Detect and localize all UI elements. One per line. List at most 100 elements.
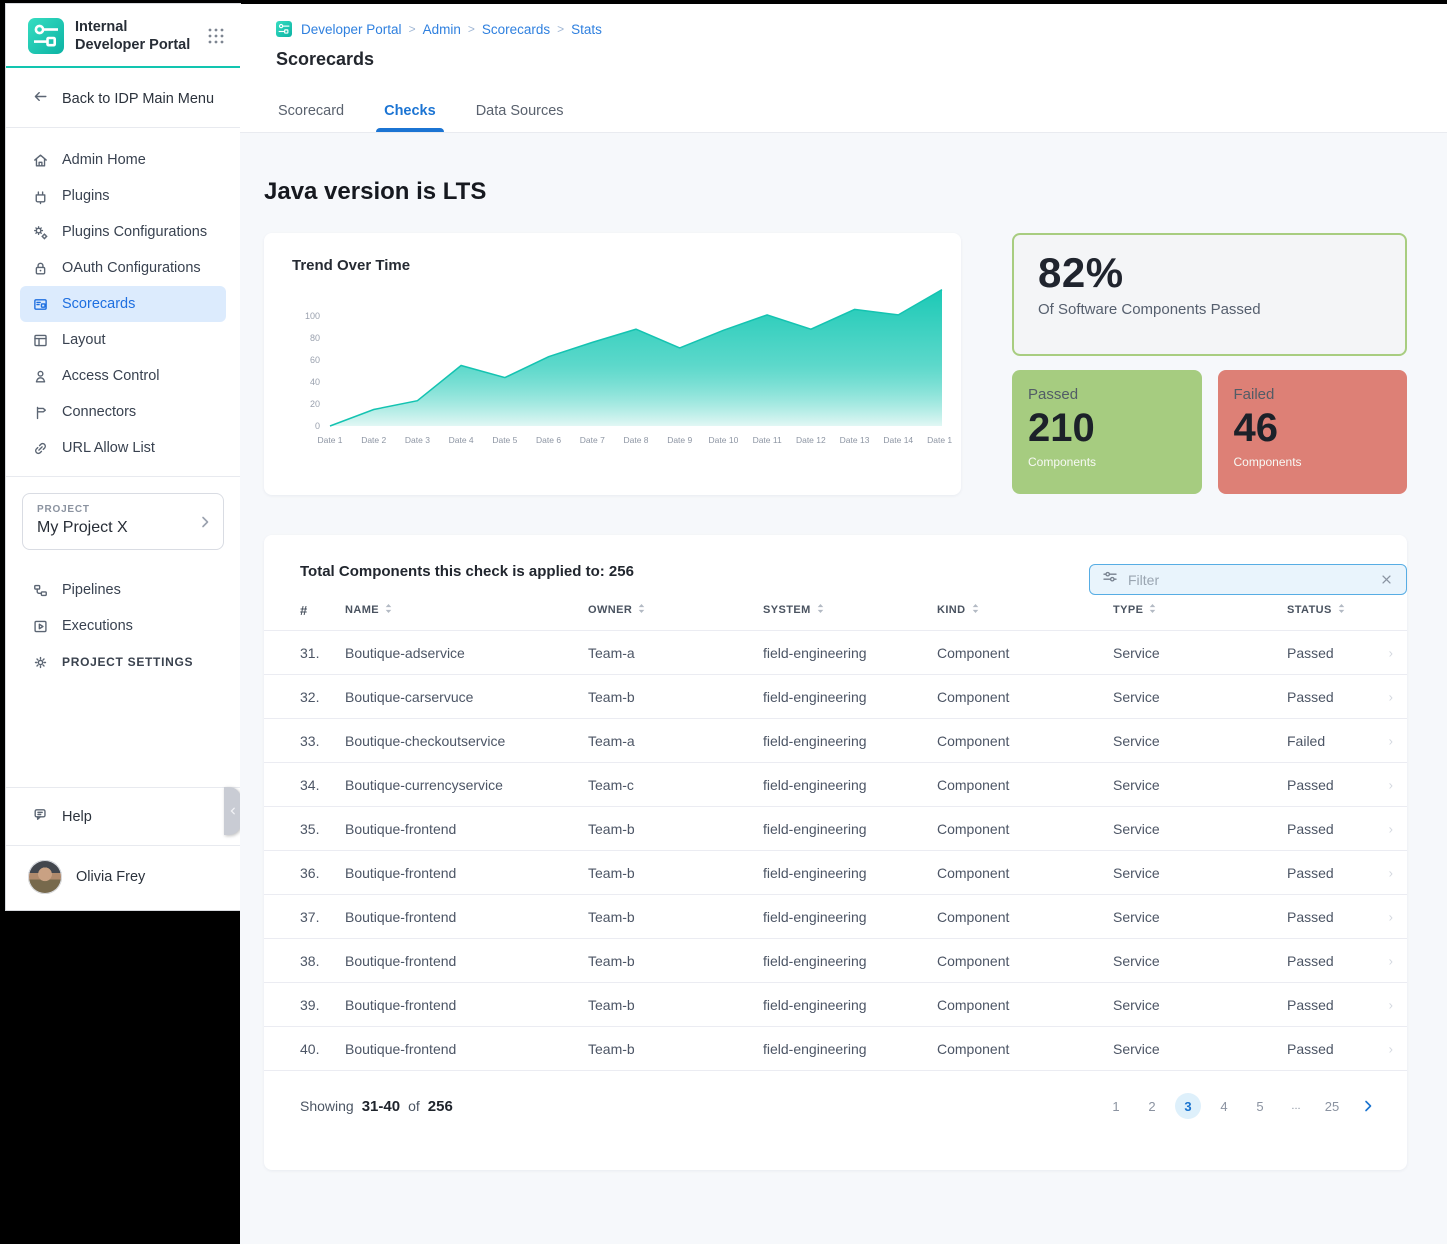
summary-row: Trend Over Time 020406080100Date 1Date 2… <box>264 233 1407 495</box>
svg-text:Date 14: Date 14 <box>883 435 913 445</box>
app-title-line2: Developer Portal <box>75 36 206 54</box>
sidebar-item-admin-home[interactable]: Admin Home <box>20 142 226 178</box>
cell-owner: Team-b <box>588 689 763 705</box>
row-chevron-icon: › <box>1389 953 1393 968</box>
table-row[interactable]: 35.Boutique-frontendTeam-bfield-engineer… <box>264 806 1407 850</box>
column-header-status[interactable]: STATUS <box>1287 602 1387 618</box>
sidebar-collapse-handle[interactable] <box>224 787 241 835</box>
cell-num: 37. <box>300 909 345 925</box>
table-row[interactable]: 32.Boutique-carservuceTeam-bfield-engine… <box>264 674 1407 718</box>
user-row[interactable]: Olivia Frey <box>6 846 240 910</box>
column-header-label: TYPE <box>1113 604 1143 616</box>
apps-grid-icon[interactable] <box>206 26 226 46</box>
cell-num: 33. <box>300 733 345 749</box>
avatar <box>28 860 62 894</box>
table-row[interactable]: 34.Boutique-currencyserviceTeam-cfield-e… <box>264 762 1407 806</box>
tab-data-sources[interactable]: Data Sources <box>474 93 566 132</box>
sidebar-item-layout[interactable]: Layout <box>20 322 226 358</box>
tab-checks[interactable]: Checks <box>382 93 438 132</box>
sidebar-nav: Admin HomePluginsPlugins ConfigurationsO… <box>6 128 240 476</box>
sidebar-item-project-settings[interactable]: PROJECT SETTINGS <box>20 644 226 680</box>
svg-text:40: 40 <box>310 377 320 387</box>
cell-system: field-engineering <box>763 865 937 881</box>
pagination: 12345... 25 <box>1103 1093 1381 1119</box>
column-header-label: NAME <box>345 604 379 616</box>
breadcrumb-link[interactable]: Developer Portal <box>301 22 402 37</box>
cell-status: Passed <box>1287 1041 1387 1057</box>
table-row[interactable]: 38.Boutique-frontendTeam-bfield-engineer… <box>264 938 1407 982</box>
pagination-next-icon[interactable] <box>1355 1093 1381 1119</box>
sort-icon[interactable] <box>1337 602 1346 618</box>
help-label: Help <box>62 809 92 825</box>
pagination-page[interactable]: 3 <box>1175 1093 1201 1119</box>
gear-icon <box>32 654 49 671</box>
svg-text:Date 1: Date 1 <box>317 435 342 445</box>
breadcrumb: Developer Portal>Admin>Scorecards>Stats <box>240 4 1447 37</box>
pagination-ellipsis: ... <box>1283 1093 1309 1119</box>
cell-owner: Team-a <box>588 733 763 749</box>
column-header-owner[interactable]: OWNER <box>588 602 763 618</box>
help-item[interactable]: Help <box>6 788 240 845</box>
table-row[interactable]: 39.Boutique-frontendTeam-bfield-engineer… <box>264 982 1407 1026</box>
table-row[interactable]: 33.Boutique-checkoutserviceTeam-afield-e… <box>264 718 1407 762</box>
sidebar-item-access-control[interactable]: Access Control <box>20 358 226 394</box>
back-to-main-menu[interactable]: Back to IDP Main Menu <box>6 68 240 127</box>
sidebar-item-executions[interactable]: Executions <box>20 608 226 644</box>
sidebar-item-oauth-configurations[interactable]: OAuth Configurations <box>20 250 226 286</box>
cell-owner: Team-b <box>588 821 763 837</box>
sidebar-item-connectors[interactable]: Connectors <box>20 394 226 430</box>
percent-passed-caption: Of Software Components Passed <box>1038 301 1381 318</box>
filter-input[interactable] <box>1128 572 1370 588</box>
cell-system: field-engineering <box>763 645 937 661</box>
column-header-kind[interactable]: KIND <box>937 602 1113 618</box>
table-row[interactable]: 36.Boutique-frontendTeam-bfield-engineer… <box>264 850 1407 894</box>
failed-value: 46 <box>1234 407 1392 449</box>
breadcrumb-link[interactable]: Admin <box>423 22 461 37</box>
table-row[interactable]: 37.Boutique-frontendTeam-bfield-engineer… <box>264 894 1407 938</box>
sort-icon[interactable] <box>971 602 980 618</box>
pagination-page[interactable]: 4 <box>1211 1093 1237 1119</box>
passed-value: 210 <box>1028 407 1186 449</box>
sort-icon[interactable] <box>637 602 646 618</box>
sidebar-item-plugins-configurations[interactable]: Plugins Configurations <box>20 214 226 250</box>
breadcrumb-link[interactable]: Scorecards <box>482 22 550 37</box>
sidebar-item-scorecards[interactable]: Scorecards <box>20 286 226 322</box>
pagination-page[interactable]: 2 <box>1139 1093 1165 1119</box>
clear-filter-icon[interactable] <box>1379 572 1394 587</box>
row-chevron-icon: › <box>1389 645 1393 660</box>
cell-type: Service <box>1113 865 1287 881</box>
sort-icon[interactable] <box>1148 602 1157 618</box>
showing-total: 256 <box>428 1098 453 1115</box>
tab-bar: Scorecard Checks Data Sources <box>276 93 566 132</box>
tab-scorecard[interactable]: Scorecard <box>276 93 346 132</box>
breadcrumb-link[interactable]: Stats <box>571 22 602 37</box>
sort-icon[interactable] <box>816 602 825 618</box>
pagination-page[interactable]: 25 <box>1319 1093 1345 1119</box>
filter-box[interactable] <box>1089 564 1407 595</box>
cell-owner: Team-c <box>588 777 763 793</box>
sort-icon[interactable] <box>384 602 393 618</box>
column-header-system[interactable]: SYSTEM <box>763 602 937 618</box>
cell-name: Boutique-currencyservice <box>345 777 588 793</box>
pagination-page[interactable]: 1 <box>1103 1093 1129 1119</box>
main-area: Developer Portal>Admin>Scorecards>Stats … <box>240 4 1447 1244</box>
column-header-num[interactable]: # <box>300 603 345 618</box>
app-title-line1: Internal <box>75 18 206 36</box>
column-header-name[interactable]: NAME <box>345 602 588 618</box>
pagination-page[interactable]: 5 <box>1247 1093 1273 1119</box>
svg-text:Date 9: Date 9 <box>667 435 692 445</box>
cell-kind: Component <box>937 733 1113 749</box>
sidebar-item-url-allow-list[interactable]: URL Allow List <box>20 430 226 466</box>
project-selector[interactable]: PROJECT My Project X <box>22 493 224 550</box>
table-row[interactable]: 40.Boutique-frontendTeam-bfield-engineer… <box>264 1026 1407 1070</box>
project-label: PROJECT <box>37 504 211 515</box>
sidebar-item-plugins[interactable]: Plugins <box>20 178 226 214</box>
cell-owner: Team-b <box>588 953 763 969</box>
table-row[interactable]: 31.Boutique-adserviceTeam-afield-enginee… <box>264 630 1407 674</box>
cell-type: Service <box>1113 953 1287 969</box>
logo-row: Internal Developer Portal <box>6 4 240 66</box>
column-header-type[interactable]: TYPE <box>1113 602 1287 618</box>
sidebar-item-pipelines[interactable]: Pipelines <box>20 572 226 608</box>
page-title: Scorecards <box>240 37 1447 70</box>
column-header-label: # <box>300 603 308 618</box>
